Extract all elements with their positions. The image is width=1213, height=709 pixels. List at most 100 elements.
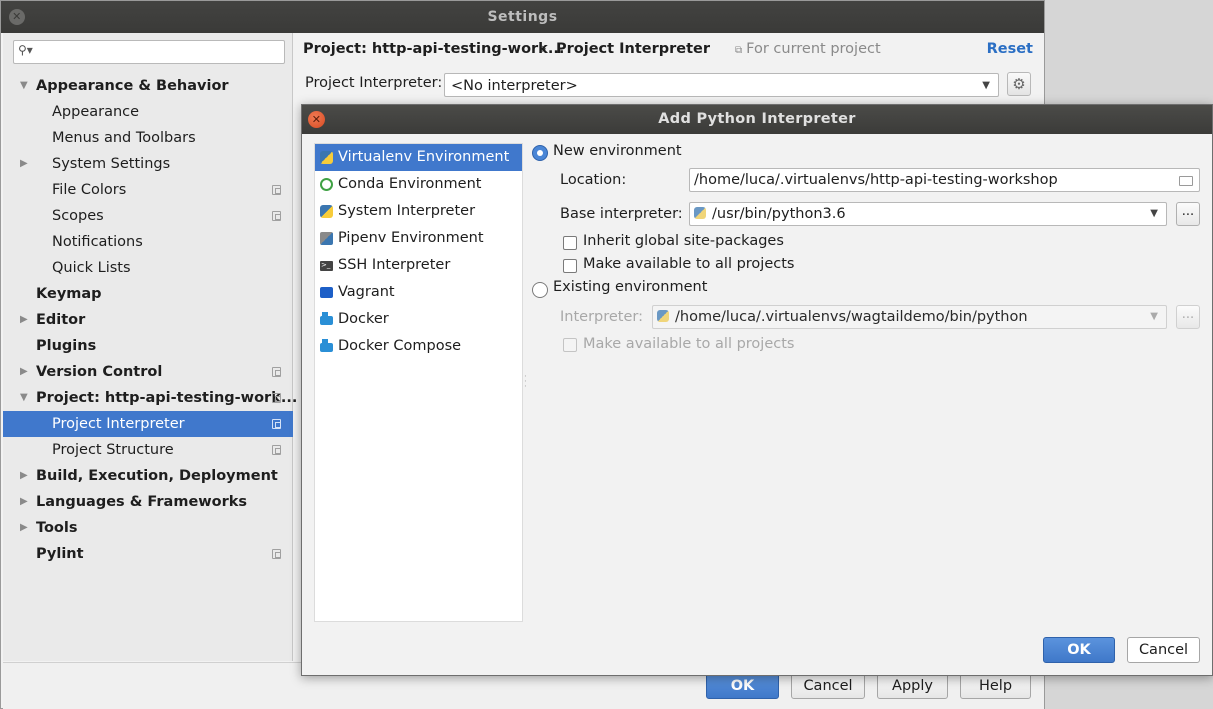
sidebar-item[interactable]: ▶ Languages & Frameworks	[3, 489, 293, 515]
environment-type-item[interactable]: Docker Compose	[315, 333, 522, 360]
sidebar-item[interactable]: ▶ Tools	[3, 515, 293, 541]
project-interpreter-value: <No interpreter>	[451, 78, 578, 94]
existing-interpreter-browse-button[interactable]: ...	[1176, 305, 1200, 329]
settings-search[interactable]: ⚲▾	[13, 40, 285, 64]
base-interpreter-select[interactable]: /usr/bin/python3.6 ▼	[689, 202, 1167, 226]
chevron-right-icon[interactable]: ▶	[20, 463, 30, 489]
splitter-handle[interactable]: · · ·	[524, 373, 528, 392]
copy-icon	[272, 419, 281, 429]
make-available-new-checkbox[interactable]	[563, 259, 577, 273]
python-icon	[320, 205, 333, 218]
sidebar-item[interactable]: Keymap	[3, 281, 293, 307]
chevron-right-icon[interactable]: ▶	[20, 151, 30, 177]
environment-type-item[interactable]: Pipenv Environment	[315, 225, 522, 252]
sidebar-item-label: Project Interpreter	[52, 416, 185, 432]
search-input[interactable]	[38, 43, 278, 61]
chevron-down-icon: ▼	[1150, 311, 1158, 322]
conda-icon	[320, 178, 333, 191]
chevron-right-icon[interactable]: ▶	[20, 307, 30, 333]
project-interpreter-select[interactable]: <No interpreter> ▼	[444, 73, 999, 97]
chevron-down-icon[interactable]: ▼	[20, 385, 30, 411]
copy-icon	[272, 367, 281, 377]
sidebar-item[interactable]: Menus and Toolbars	[3, 125, 293, 151]
gear-icon[interactable]: ⚙	[1007, 72, 1031, 96]
inherit-site-packages-checkbox[interactable]	[563, 236, 577, 250]
sidebar-item[interactable]: Pylint	[3, 541, 293, 567]
reset-link[interactable]: Reset	[987, 41, 1033, 57]
base-interpreter-value: /usr/bin/python3.6	[712, 206, 846, 222]
new-environment-label[interactable]: New environment	[553, 143, 682, 159]
existing-environment-label[interactable]: Existing environment	[553, 279, 707, 295]
make-available-existing-checkbox[interactable]	[563, 338, 577, 352]
settings-cancel-button[interactable]: Cancel	[791, 673, 865, 699]
sidebar-item[interactable]: ▶ Editor	[3, 307, 293, 333]
sidebar-item[interactable]: Quick Lists	[3, 255, 293, 281]
inherit-site-packages-label[interactable]: Inherit global site-packages	[583, 233, 784, 249]
sidebar-item[interactable]: Scopes	[3, 203, 293, 229]
existing-interpreter-select[interactable]: /home/luca/.virtualenvs/wagtaildemo/bin/…	[652, 305, 1167, 329]
chevron-down-icon[interactable]: ▼	[20, 73, 30, 99]
close-icon[interactable]: ✕	[9, 9, 25, 25]
sidebar-item[interactable]: ▶ Version Control	[3, 359, 293, 385]
settings-ok-button[interactable]: OK	[706, 673, 779, 699]
sidebar-item-label: Appearance	[52, 104, 140, 120]
new-environment-radio[interactable]	[532, 145, 548, 161]
base-interpreter-label: Base interpreter:	[560, 206, 683, 222]
environment-type-item[interactable]: Docker	[315, 306, 522, 333]
sidebar-item-label: Quick Lists	[52, 260, 131, 276]
chevron-right-icon[interactable]: ▶	[20, 359, 30, 385]
sidebar-item-label: Version Control	[36, 364, 163, 380]
docker-icon	[320, 312, 333, 325]
sidebar-item[interactable]: Project Interpreter	[3, 411, 293, 437]
existing-environment-radio[interactable]	[532, 282, 548, 298]
environment-type-item[interactable]: Conda Environment	[315, 171, 522, 198]
dialog-titlebar: ✕ Add Python Interpreter	[302, 105, 1212, 134]
copy-icon	[272, 393, 281, 403]
copy-icon	[272, 445, 281, 455]
environment-type-item[interactable]: SSH Interpreter	[315, 252, 522, 279]
sidebar-item-label: Appearance & Behavior	[36, 78, 229, 94]
sidebar-item[interactable]: Appearance	[3, 99, 293, 125]
sidebar-item[interactable]: ▼ Appearance & Behavior	[3, 73, 293, 99]
settings-help-button[interactable]: Help	[960, 673, 1031, 699]
scope-note-text: For current project	[746, 41, 881, 57]
sidebar-item[interactable]: Project Structure	[3, 437, 293, 463]
environment-type-item[interactable]: System Interpreter	[315, 198, 522, 225]
make-available-existing-label[interactable]: Make available to all projects	[583, 336, 794, 352]
dialog-cancel-button[interactable]: Cancel	[1127, 637, 1200, 663]
sidebar-item-label: Pylint	[36, 546, 84, 562]
settings-apply-button[interactable]: Apply	[877, 673, 948, 699]
sidebar-item[interactable]: Plugins	[3, 333, 293, 359]
sidebar-item[interactable]: ▶ System Settings	[3, 151, 293, 177]
copy-icon	[272, 211, 281, 221]
copy-icon: ⧉	[735, 45, 743, 56]
sidebar-item[interactable]: File Colors	[3, 177, 293, 203]
environment-type-item[interactable]: Vagrant	[315, 279, 522, 306]
sidebar-item[interactable]: ▼ Project: http-api-testing-work...	[3, 385, 297, 411]
environment-type-item[interactable]: Virtualenv Environment	[315, 144, 522, 171]
chevron-right-icon[interactable]: ▶	[20, 515, 30, 541]
sidebar-item-label: Tools	[36, 520, 78, 536]
docker-compose-icon	[320, 339, 333, 352]
base-interpreter-browse-button[interactable]: ...	[1176, 202, 1200, 226]
virtualenv-icon	[320, 151, 333, 164]
sidebar-item-label: Project: http-api-testing-work...	[36, 390, 298, 406]
sidebar-item[interactable]: ▶ Build, Execution, Deployment	[3, 463, 293, 489]
sidebar-item-label: Plugins	[36, 338, 97, 354]
sidebar-item-label: Project Structure	[52, 442, 174, 458]
chevron-right-icon[interactable]: ▶	[20, 489, 30, 515]
dialog-ok-button[interactable]: OK	[1043, 637, 1115, 663]
environment-type-label: Pipenv Environment	[338, 230, 484, 246]
location-field[interactable]: /home/luca/.virtualenvs/http-api-testing…	[689, 168, 1200, 192]
folder-icon[interactable]	[1179, 176, 1193, 186]
project-interpreter-label: Project Interpreter:	[305, 75, 443, 91]
settings-sidebar: ⚲▾ ▼ Appearance & Behavior Appearance Menus…	[3, 33, 297, 661]
sidebar-item-label: File Colors	[52, 182, 127, 198]
existing-interpreter-value: /home/luca/.virtualenvs/wagtaildemo/bin/…	[675, 309, 1028, 325]
environment-type-label: Docker Compose	[338, 338, 462, 354]
python-icon	[694, 207, 706, 219]
sidebar-item[interactable]: Notifications	[3, 229, 293, 255]
make-available-new-label[interactable]: Make available to all projects	[583, 256, 794, 272]
existing-interpreter-label: Interpreter:	[560, 309, 643, 325]
close-icon[interactable]: ✕	[308, 111, 325, 128]
